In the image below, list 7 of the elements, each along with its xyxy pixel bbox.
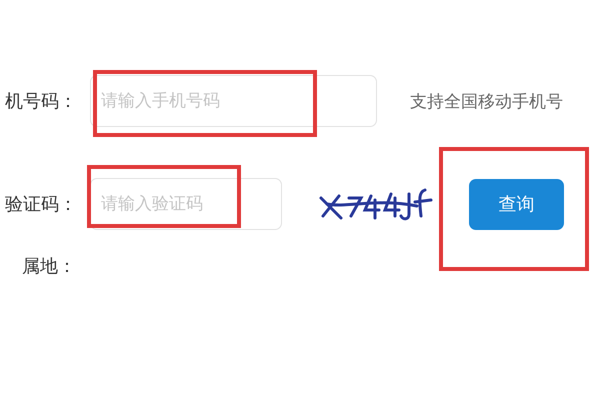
phone-input[interactable]: 请输入手机号码 — [90, 75, 377, 127]
field-label: 属地： — [21, 255, 77, 278]
captcha-input[interactable]: 请输入验证码 — [90, 178, 282, 230]
field-label: 验证码： — [4, 193, 78, 216]
field-label: 机号码： — [4, 90, 78, 113]
hint-text: 支持全国移动手机号 — [410, 90, 563, 112]
query-button[interactable]: 查询 — [469, 178, 564, 230]
